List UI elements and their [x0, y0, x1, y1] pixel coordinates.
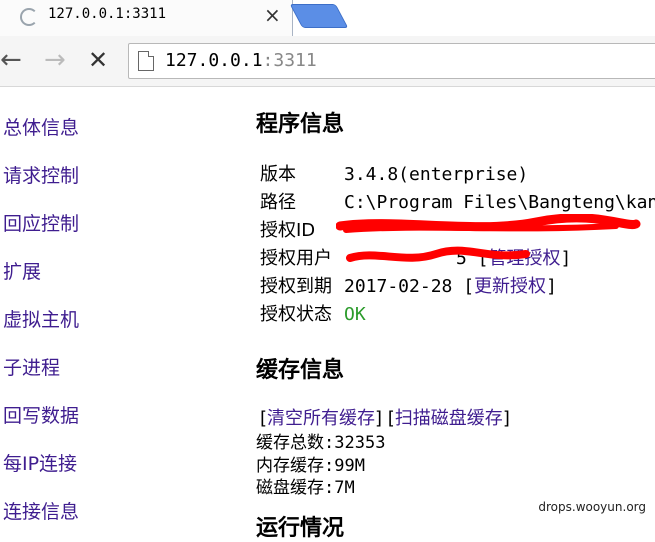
cache-info-heading: 缓存信息	[256, 358, 345, 383]
cache-total-value: 32353	[334, 433, 386, 453]
back-arrow-icon[interactable]: ←	[0, 45, 22, 75]
url-host: 127.0.0.1	[165, 50, 263, 71]
forward-arrow-icon[interactable]: →	[44, 45, 66, 75]
status-label: 授权状态	[260, 304, 332, 325]
program-info-heading: 程序信息	[256, 112, 345, 137]
scan-disk-cache-link[interactable]: 扫描磁盘缓存	[395, 408, 503, 429]
browser-tab[interactable]: 127.0.0.1:3311 ×	[0, 0, 293, 37]
status-row: 授权状态 OK	[260, 300, 366, 326]
url-text: 127.0.0.1:3311	[165, 50, 317, 71]
sidebar-item-request-control[interactable]: 请求控制	[3, 161, 79, 188]
license-user-label: 授权用户	[260, 248, 332, 269]
sidebar-item-connection-info[interactable]: 连接信息	[3, 497, 79, 524]
expire-row: 授权到期 2017-02-28 [更新授权]	[260, 272, 557, 298]
sidebar-item-response-control[interactable]: 回应控制	[3, 209, 79, 236]
runtime-heading: 运行情况	[256, 516, 345, 541]
page-icon	[138, 51, 154, 71]
version-row: 版本 3.4.8(enterprise)	[260, 160, 528, 186]
close-icon[interactable]: ×	[264, 3, 281, 27]
cache-total-label: 缓存总数:	[256, 433, 335, 453]
sidebar-item-writeback-data[interactable]: 回写数据	[3, 401, 79, 428]
sidebar-item-extensions[interactable]: 扩展	[3, 257, 41, 284]
tab-title: 127.0.0.1:3311	[48, 6, 167, 22]
cache-actions: [清空所有缓存] [扫描磁盘缓存]	[260, 408, 510, 429]
sidebar-item-per-ip-connections[interactable]: 每IP连接	[3, 449, 77, 476]
license-id-label: 授权ID	[260, 220, 316, 241]
sidebar-item-virtual-hosts[interactable]: 虚拟主机	[3, 305, 79, 332]
sidebar-item-overview[interactable]: 总体信息	[3, 113, 79, 140]
expire-value: 2017-02-28	[344, 276, 453, 297]
url-port: :3311	[262, 50, 317, 71]
watermark: drops.wooyun.org	[535, 499, 649, 515]
stop-icon[interactable]: ✕	[88, 46, 108, 74]
disk-cache-value: 7M	[334, 478, 355, 498]
path-label: 路径	[260, 192, 296, 213]
license-id-row: 授权ID	[260, 216, 344, 242]
sidebar-item-subprocess[interactable]: 子进程	[3, 353, 60, 380]
path-row: 路径 C:\Program Files\Bangteng\kang	[260, 188, 655, 214]
address-bar[interactable]: 127.0.0.1:3311	[128, 43, 655, 79]
status-value: OK	[344, 304, 366, 325]
loading-spinner-icon	[20, 8, 38, 26]
tab-strip: 127.0.0.1:3311 ×	[0, 0, 655, 37]
version-label: 版本	[260, 164, 296, 185]
disk-cache-label: 磁盘缓存:	[256, 478, 335, 498]
clear-cache-link[interactable]: 清空所有缓存	[267, 408, 375, 429]
new-tab-button[interactable]	[289, 4, 349, 28]
expire-label: 授权到期	[260, 276, 332, 297]
version-value: 3.4.8(enterprise)	[344, 164, 529, 185]
path-value: C:\Program Files\Bangteng\kang	[344, 192, 655, 213]
browser-toolbar: ← → ✕ 127.0.0.1:3311	[0, 36, 655, 87]
renew-license-link[interactable]: 更新授权	[474, 276, 546, 297]
disk-cache-row: 磁盘缓存:7M	[256, 473, 355, 498]
cache-total-row: 缓存总数:32353	[256, 428, 385, 453]
redaction-scribble	[336, 214, 641, 262]
